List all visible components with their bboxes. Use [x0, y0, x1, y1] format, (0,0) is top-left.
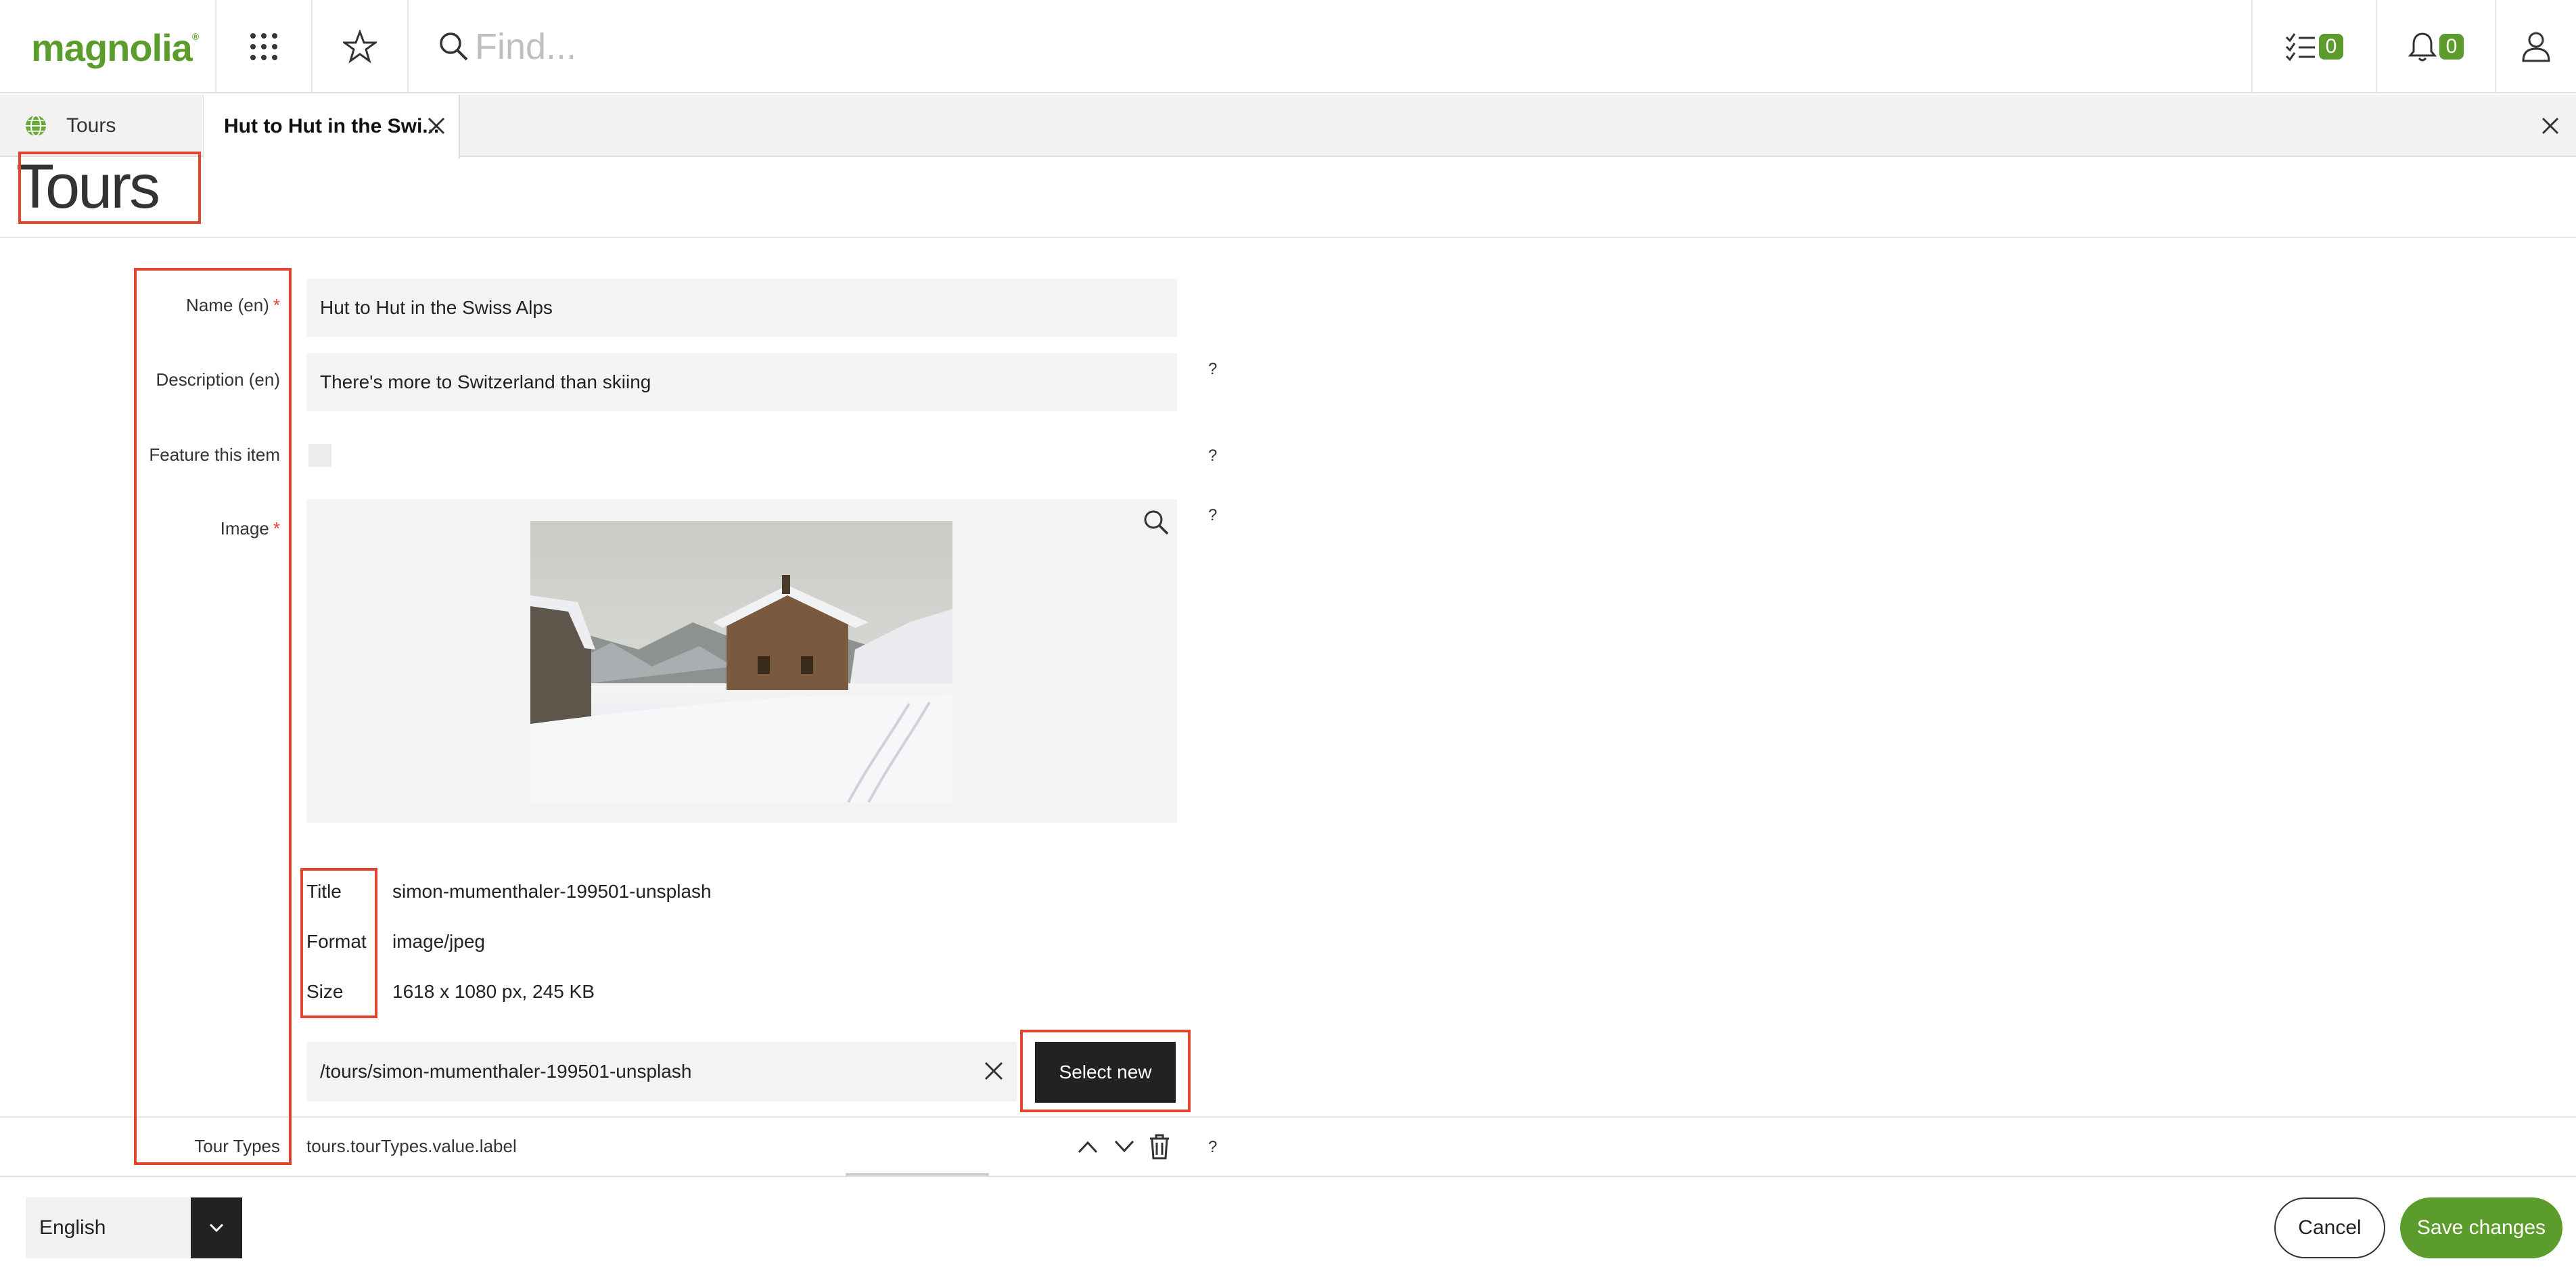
- image-help-icon[interactable]: ?: [1208, 506, 1217, 525]
- bell-icon: [2408, 32, 2437, 62]
- image-path-field[interactable]: /tours/simon-mumenthaler-199501-unsplash: [306, 1042, 1017, 1101]
- tab-label: Tours: [66, 114, 116, 137]
- tab-label: Hut to Hut in the Swi...: [224, 115, 440, 137]
- image-thumbnail[interactable]: [530, 521, 952, 802]
- description-field[interactable]: There's more to Switzerland than skiing: [306, 353, 1177, 411]
- tour-types-value: tours.tourTypes.value.label: [306, 1136, 517, 1156]
- tasks-button[interactable]: 0: [2253, 0, 2376, 93]
- name-field[interactable]: Hut to Hut in the Swiss Alps: [306, 279, 1177, 337]
- meta-size-value: 1618 x 1080 px, 245 KB: [392, 981, 595, 1002]
- top-bar: magnolia® 0: [0, 0, 2576, 93]
- favorites-button[interactable]: [313, 0, 407, 93]
- feature-help-icon[interactable]: ?: [1208, 447, 1217, 465]
- tab-bar: Tours Hut to Hut in the Swi...: [0, 95, 2576, 158]
- search-input[interactable]: [474, 23, 1488, 70]
- tab-hut-to-hut[interactable]: Hut to Hut in the Swi...: [203, 95, 460, 158]
- magnolia-logo[interactable]: magnolia®: [31, 26, 199, 69]
- tasks-count-badge: 0: [2318, 34, 2344, 60]
- close-all-icon[interactable]: [2541, 116, 2560, 135]
- notifications-count-badge: 0: [2439, 34, 2464, 60]
- move-down-icon[interactable]: [1113, 1139, 1135, 1154]
- language-dropdown-button[interactable]: [191, 1197, 242, 1258]
- zoom-search-icon[interactable]: [1143, 509, 1170, 536]
- move-up-icon[interactable]: [1077, 1139, 1099, 1154]
- separator: [407, 0, 409, 93]
- notifications-button[interactable]: 0: [2377, 0, 2495, 93]
- annotation-box-meta: [300, 868, 377, 1018]
- feature-checkbox[interactable]: [308, 444, 331, 467]
- cancel-button[interactable]: Cancel: [2274, 1197, 2385, 1258]
- meta-title-value: simon-mumenthaler-199501-unsplash: [392, 881, 712, 902]
- divider: [0, 1116, 2576, 1118]
- tour-types-help-icon[interactable]: ?: [1208, 1138, 1217, 1157]
- logo-text: magnolia: [31, 26, 193, 69]
- user-menu-button[interactable]: [2496, 0, 2576, 93]
- search-icon: [438, 31, 469, 66]
- divider: [0, 237, 2576, 238]
- globe-icon: [26, 115, 46, 137]
- name-value: Hut to Hut in the Swiss Alps: [320, 297, 553, 318]
- save-changes-button[interactable]: Save changes: [2400, 1197, 2562, 1258]
- star-icon: [343, 30, 377, 64]
- description-value: There's more to Switzerland than skiing: [320, 371, 651, 392]
- annotation-box-select-new: [1020, 1030, 1191, 1112]
- footer-bar: [0, 1176, 2576, 1280]
- tasks-checklist-icon: [2285, 33, 2315, 62]
- trash-icon[interactable]: [1149, 1134, 1170, 1160]
- annotation-box-labels: [134, 268, 292, 1165]
- grid-icon: [250, 33, 277, 60]
- annotation-box-title: [18, 152, 201, 224]
- clear-path-icon[interactable]: [984, 1061, 1004, 1081]
- image-preview-panel: [306, 499, 1177, 823]
- close-tab-icon[interactable]: [427, 116, 446, 135]
- chevron-down-icon: [209, 1223, 224, 1233]
- description-help-icon[interactable]: ?: [1208, 360, 1217, 379]
- tab-tours[interactable]: Tours: [0, 95, 203, 157]
- user-icon: [2522, 32, 2550, 62]
- language-value: English: [39, 1216, 106, 1239]
- meta-format-value: image/jpeg: [392, 931, 485, 952]
- image-path-value: /tours/simon-mumenthaler-199501-unsplash: [320, 1061, 692, 1082]
- app-launcher-button[interactable]: [216, 0, 311, 93]
